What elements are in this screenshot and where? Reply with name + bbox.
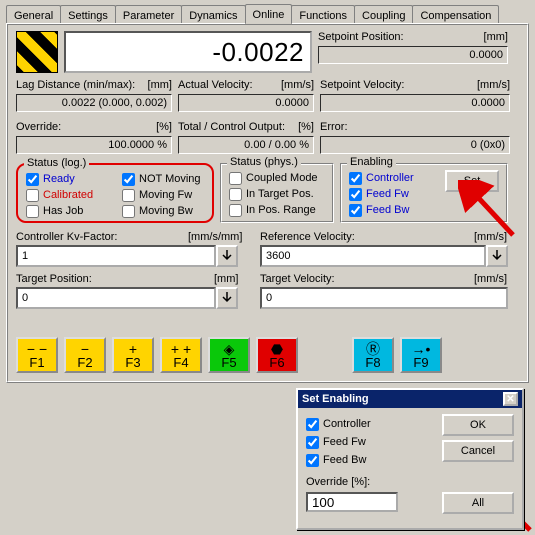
chk-in-target-pos[interactable]: In Target Pos. [229,186,318,202]
close-icon: ✕ [506,394,514,405]
lag-distance-unit: [mm] [148,79,172,94]
dlg-all-button[interactable]: All [442,492,514,514]
chk-en-feedbw[interactable]: Feed Bw [349,202,414,218]
tab-strip: General Settings Parameter Dynamics Onli… [6,4,498,24]
f7-gap [304,337,346,373]
chk-moving-fw[interactable]: Moving Fw [122,187,201,203]
dlg-ok-button[interactable]: OK [442,414,514,436]
refvel-label: Reference Velocity: [260,231,355,243]
total-control-unit: [%] [298,121,314,136]
status-phys-group: Status (phys.) Coupled Mode In Target Po… [220,163,334,223]
tab-compensation[interactable]: Compensation [412,5,499,25]
actual-velocity-unit: [mm/s] [281,79,314,94]
fkey-row: − −F1 −F2 +F3 + +F4 ◈F5 ⬣F6 ⓇF8 →•F9 [16,337,442,373]
tab-functions[interactable]: Functions [291,5,355,25]
setpoint-position-value: 0.0000 [318,46,508,64]
error-value: 0 (0x0) [320,136,510,154]
setpoint-position-label: Setpoint Position: [318,31,404,46]
chk-calibrated[interactable]: Calibrated [26,187,93,203]
status-log-title: Status (log.) [24,157,89,169]
tab-settings[interactable]: Settings [60,5,116,25]
f3-button[interactable]: +F3 [112,337,154,373]
lag-distance-label: Lag Distance (min/max): [16,79,135,94]
override-unit: [%] [156,121,172,136]
status-phys-title: Status (phys.) [227,156,301,168]
setpoint-position-unit: [mm] [484,31,508,46]
error-label: Error: [320,121,348,136]
chk-en-controller[interactable]: Controller [349,170,414,186]
caution-icon [16,31,58,73]
enabling-title: Enabling [347,156,396,168]
kv-apply-button[interactable] [216,245,238,267]
dialog-close-button[interactable]: ✕ [503,392,518,406]
refvel-input[interactable] [260,245,486,267]
position-readout: -0.0022 [64,31,312,73]
targetpos-label: Target Position: [16,273,92,285]
targetpos-input[interactable] [16,287,216,309]
arrow-to-set-icon [458,180,518,240]
chk-coupled-mode[interactable]: Coupled Mode [229,170,318,186]
override-value: 100.0000 % [16,136,172,154]
f4-button[interactable]: + +F4 [160,337,202,373]
tab-online[interactable]: Online [245,4,293,24]
targetvel-label: Target Velocity: [260,273,335,285]
targetvel-input[interactable] [260,287,508,309]
refvel-apply-button[interactable] [486,245,508,267]
kv-input[interactable] [16,245,216,267]
lag-distance-value: 0.0022 (0.000, 0.002) [16,94,172,112]
dialog-title: Set Enabling [302,393,369,405]
chk-has-job[interactable]: Has Job [26,203,93,219]
tab-dynamics[interactable]: Dynamics [181,5,245,25]
set-enabling-dialog: Set Enabling ✕ Controller Feed Fw Feed B… [296,388,524,530]
chk-ready[interactable]: Ready [26,171,93,187]
targetpos-apply-button[interactable] [216,287,238,309]
f9-button[interactable]: →•F9 [400,337,442,373]
setpoint-velocity-unit: [mm/s] [477,79,510,94]
total-control-value: 0.00 / 0.00 % [178,136,314,154]
tab-parameter[interactable]: Parameter [115,5,182,25]
status-log-group: Status (log.) Ready Calibrated Has Job N… [16,163,214,223]
actual-velocity-label: Actual Velocity: [178,79,253,94]
chk-in-pos-range[interactable]: In Pos. Range [229,202,318,218]
dlg-cancel-button[interactable]: Cancel [442,440,514,462]
tab-coupling[interactable]: Coupling [354,5,413,25]
kv-unit: [mm/s/mm] [188,231,242,243]
chk-moving-bw[interactable]: Moving Bw [122,203,201,219]
dlg-override-input[interactable] [306,492,398,512]
f5-button[interactable]: ◈F5 [208,337,250,373]
f8-button[interactable]: ⓇF8 [352,337,394,373]
chk-not-moving[interactable]: NOT Moving [122,171,201,187]
tab-general[interactable]: General [6,5,61,25]
kv-label: Controller Kv-Factor: [16,231,117,243]
targetvel-unit: [mm/s] [474,273,507,285]
total-control-label: Total / Control Output: [178,121,285,136]
override-label: Override: [16,121,61,136]
dlg-override-label: Override [%]: [306,476,514,488]
setpoint-velocity-label: Setpoint Velocity: [320,79,404,94]
chk-en-feedfw[interactable]: Feed Fw [349,186,414,202]
targetpos-unit: [mm] [214,273,238,285]
setpoint-velocity-value: 0.0000 [320,94,510,112]
f6-button[interactable]: ⬣F6 [256,337,298,373]
f2-button[interactable]: −F2 [64,337,106,373]
actual-velocity-value: 0.0000 [178,94,314,112]
f1-button[interactable]: − −F1 [16,337,58,373]
tab-panel: -0.0022 Setpoint Position: [mm] 0.0000 L… [6,23,529,383]
